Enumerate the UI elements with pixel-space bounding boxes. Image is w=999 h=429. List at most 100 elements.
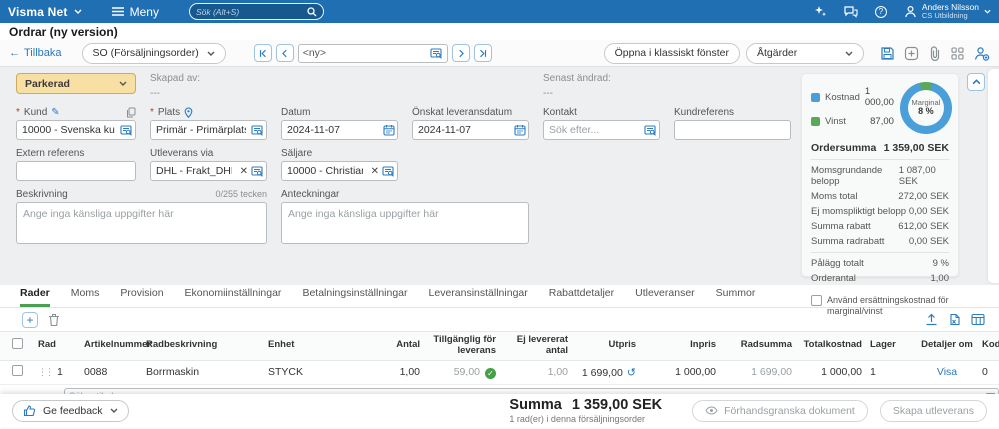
select-all-checkbox[interactable] <box>12 338 23 349</box>
notes-textarea[interactable] <box>281 202 529 244</box>
last-modified-value: --- <box>543 88 791 99</box>
next-record-button[interactable] <box>452 44 470 62</box>
lookup-icon[interactable] <box>644 125 657 136</box>
actions-dropdown-button[interactable]: Åtgärder <box>746 43 864 64</box>
chevron-down-icon <box>74 9 82 14</box>
lookup-icon[interactable] <box>251 125 264 136</box>
back-button[interactable]: ← Tillbaka <box>9 47 62 59</box>
external-reference-input[interactable] <box>16 161 136 181</box>
margin-donut: Marginal 8 % <box>900 82 952 134</box>
order-number-lookup[interactable] <box>298 44 448 63</box>
column-settings-icon[interactable] <box>971 313 985 326</box>
order-header-section: Parkerad Skapad av: --- Senast ändrad: -… <box>0 67 999 285</box>
profit-legend-swatch <box>811 117 820 126</box>
clear-ship-via-icon[interactable]: ✕ <box>240 166 248 177</box>
tab-moms[interactable]: Moms <box>71 287 100 307</box>
legend-kostnad: Kostnad 1 000,00 <box>811 86 894 108</box>
customer-settings-person-icon[interactable] <box>974 46 990 61</box>
tab-rabattdetaljer[interactable]: Rabattdetaljer <box>549 287 614 307</box>
description-char-counter: 0/255 tecken <box>215 189 267 199</box>
feedback-button[interactable]: Ge feedback <box>12 400 129 422</box>
footer-bar: Ge feedback Summa1 359,00 SEK 1 rad(er) … <box>0 394 999 427</box>
customer-input[interactable] <box>16 120 136 140</box>
contact-input[interactable] <box>543 120 660 140</box>
calendar-icon[interactable] <box>383 124 395 136</box>
lookup-icon[interactable] <box>251 166 264 177</box>
keypad-grid-icon[interactable] <box>950 46 965 61</box>
global-search[interactable] <box>189 3 324 20</box>
delete-row-trash-icon[interactable] <box>48 313 60 327</box>
customer-reference-input[interactable] <box>674 120 791 140</box>
thumbs-up-icon <box>23 404 36 417</box>
add-record-icon[interactable] <box>904 46 919 61</box>
previous-record-button[interactable] <box>276 44 294 62</box>
preview-document-button[interactable]: Förhandsgranska dokument <box>692 400 868 422</box>
description-textarea[interactable] <box>16 202 267 244</box>
summary-row: Orderantal1,00 <box>811 273 949 284</box>
create-delivery-button[interactable]: Skapa utleverans <box>880 400 987 422</box>
tab-summor[interactable]: Summor <box>716 287 756 307</box>
replacement-cost-checkbox[interactable] <box>811 295 822 306</box>
lookup-icon[interactable] <box>382 166 395 177</box>
order-lines-table: Rad Artikelnummer Radbeskrivning Enhet A… <box>0 331 999 385</box>
order-number-input[interactable] <box>303 47 430 59</box>
chat-support-icon[interactable] <box>844 6 858 18</box>
order-total-subtext: 1 rad(er) i denna försäljningsorder <box>509 414 662 424</box>
attachments-paperclip-icon[interactable] <box>928 46 941 61</box>
field-anteckningar: Anteckningar <box>281 188 529 244</box>
tab-ekonomiinstallningar[interactable]: Ekonomiinställningar <box>185 287 282 307</box>
first-record-button[interactable] <box>254 44 272 62</box>
table-row[interactable]: ⋮⋮1 0088 Borrmaskin STYCK 1,00 59,00✓ 1,… <box>0 360 999 384</box>
main-menu-button[interactable]: Meny <box>112 5 159 19</box>
show-details-link[interactable]: Visa <box>937 366 957 378</box>
hamburger-icon <box>112 7 124 16</box>
margin-value: 8 % <box>918 107 934 117</box>
add-row-button[interactable]: + <box>22 312 38 328</box>
order-type-select[interactable]: SO (Försäljningsorder) <box>82 43 226 64</box>
tab-provision[interactable]: Provision <box>120 287 163 307</box>
drag-handle[interactable]: ⋮⋮ <box>38 367 52 378</box>
brand-label: Visma Net <box>8 5 68 19</box>
chevron-down-icon <box>110 408 118 413</box>
summary-row: Summa rabatt612,00 SEK <box>811 221 949 232</box>
lookup-icon[interactable] <box>120 125 133 136</box>
requested-delivery-date-input[interactable] <box>412 120 529 140</box>
lookup-icon[interactable] <box>430 48 443 59</box>
calendar-icon[interactable] <box>514 124 526 136</box>
summary-row: Ej momspliktigt belopp0,00 SEK <box>811 206 949 217</box>
user-menu[interactable]: Anders Nilsson CS Utbildning <box>904 3 991 21</box>
last-modified-label: Senast ändrad: <box>543 73 791 84</box>
revert-price-icon[interactable]: ↺ <box>627 367 636 379</box>
copy-customer-icon[interactable] <box>126 107 136 118</box>
location-pin-icon <box>184 107 193 118</box>
page-title: Ordrar (ny version) <box>0 23 999 40</box>
location-input[interactable] <box>150 120 267 140</box>
eye-icon <box>705 406 718 415</box>
export-excel-icon[interactable] <box>948 313 961 326</box>
open-classic-window-button[interactable]: Öppna i klassiskt fönster <box>604 43 740 64</box>
field-datum: Datum <box>281 106 398 140</box>
order-date-input[interactable] <box>281 120 398 140</box>
save-icon[interactable] <box>880 46 895 61</box>
cost-legend-swatch <box>811 93 820 102</box>
collapsed-side-panel-rail[interactable] <box>988 69 999 283</box>
field-beskrivning: Beskrivning 0/255 tecken <box>16 188 267 244</box>
tab-utleveranser[interactable]: Utleveranser <box>635 287 695 307</box>
order-status-select[interactable]: Parkerad <box>16 73 136 94</box>
field-kund: *Kund ✎ <box>16 106 136 140</box>
collapse-summary-button[interactable] <box>967 73 985 91</box>
replacement-cost-checkbox-label: Använd ersättningskostnad för marginal/v… <box>827 295 949 318</box>
help-icon[interactable]: ? <box>875 6 887 18</box>
whats-new-sparkle-icon[interactable] <box>814 5 827 18</box>
clear-salesperson-icon[interactable]: ✕ <box>371 166 379 177</box>
global-search-input[interactable] <box>196 7 307 17</box>
user-icon <box>904 5 917 18</box>
brand-menu[interactable]: Visma Net <box>8 5 82 19</box>
edit-customer-pencil-icon[interactable]: ✎ <box>51 107 59 118</box>
user-org: CS Utbildning <box>922 12 979 20</box>
tab-leveransinstallningar[interactable]: Leveransinställningar <box>429 287 528 307</box>
tab-rader[interactable]: Rader <box>20 287 50 307</box>
last-record-button[interactable] <box>474 44 492 62</box>
row-checkbox[interactable] <box>12 365 23 376</box>
tab-betalningsinstallningar[interactable]: Betalningsinställningar <box>302 287 407 307</box>
